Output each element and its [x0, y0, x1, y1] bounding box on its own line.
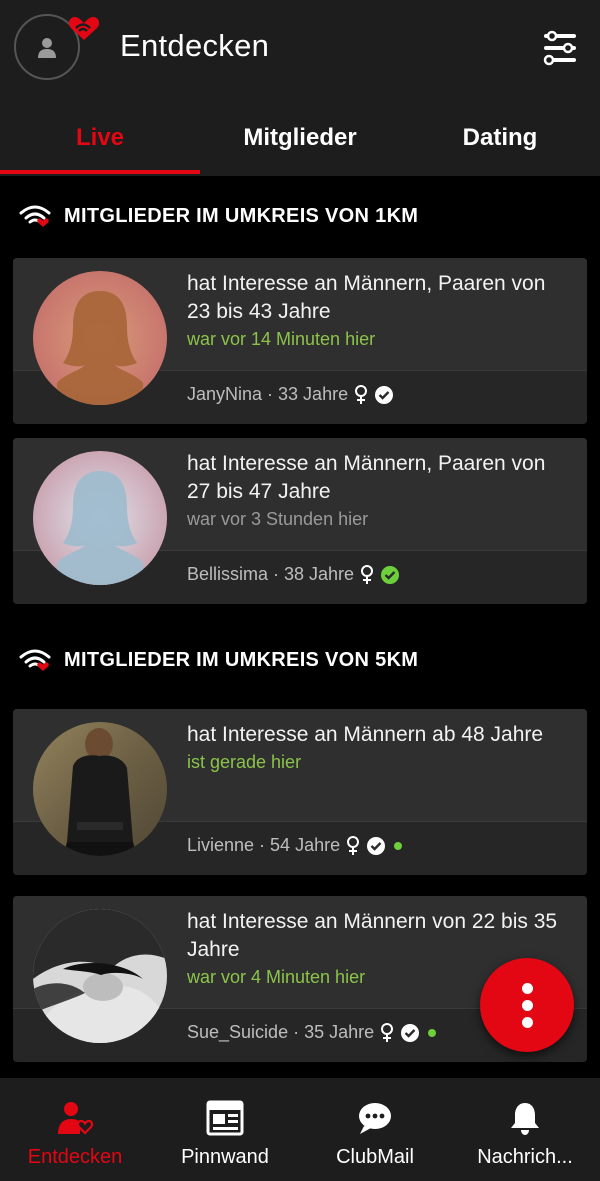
member-card[interactable]: hat Interesse an Männern, Paaren von 27 … [13, 438, 587, 604]
member-photo[interactable] [33, 722, 167, 856]
app-header: Entdecken [0, 0, 600, 100]
member-photo[interactable] [33, 271, 167, 405]
sliders-icon [543, 30, 576, 66]
live-heart-icon [68, 17, 100, 40]
member-interest: hat Interesse an Männern, Paaren von 23 … [187, 270, 567, 352]
female-icon [360, 564, 374, 585]
verified-icon [380, 565, 400, 585]
nav-pinboard[interactable]: Pinnwand [150, 1078, 300, 1181]
interest-text: hat Interesse an Männern ab 48 Jahre [187, 723, 544, 746]
nav-label: Nachrich... [477, 1146, 573, 1168]
nav-notifications[interactable]: Nachrich... [450, 1078, 600, 1181]
bottom-navigation: Entdecken Pinnwand ClubMail Nachrich... [0, 1078, 600, 1181]
interest-text: hat Interesse an Männern, Paaren von 27 … [187, 452, 546, 503]
nav-label: Pinnwand [181, 1146, 269, 1168]
user-silhouette-icon [38, 38, 56, 58]
interest-text: hat Interesse an Männern, Paaren von 23 … [187, 272, 546, 323]
last-seen: war vor 14 Minuten hier [187, 329, 376, 349]
member-photo[interactable] [33, 451, 167, 585]
chat-icon [359, 1103, 391, 1134]
last-seen: war vor 3 Stunden hier [187, 509, 369, 529]
dot-icon [521, 982, 533, 994]
page-title: Entdecken [120, 28, 270, 63]
filter-button[interactable] [538, 26, 582, 70]
online-indicator [428, 1028, 437, 1037]
verified-icon [400, 1023, 420, 1043]
verified-icon [366, 836, 386, 856]
member-name-age: Sue_Suicide · 35 Jahre [187, 1022, 375, 1042]
member-photo[interactable] [33, 909, 167, 1043]
member-card[interactable]: hat Interesse an Männern, Paaren von 23 … [13, 258, 587, 424]
tab-members[interactable]: Mitglieder [200, 100, 400, 176]
more-options-fab[interactable] [480, 958, 574, 1052]
discover-icon [58, 1102, 94, 1135]
section-heading-label: MITGLIEDER IM UMKREIS VON 5KM [64, 648, 419, 671]
member-meta: JanyNina · 33 Jahre [187, 384, 394, 405]
live-signal-icon [19, 649, 51, 671]
nav-clubmail[interactable]: ClubMail [300, 1078, 450, 1181]
member-interest: hat Interesse an Männern ab 48 Jahre ist… [187, 721, 567, 775]
nav-discover[interactable]: Entdecken [0, 1078, 150, 1181]
section-heading: MITGLIEDER IM UMKREIS VON 5KM [18, 648, 418, 672]
member-feed[interactable]: MITGLIEDER IM UMKREIS VON 1KM hat Intere… [0, 176, 600, 1078]
last-seen: ist gerade hier [187, 752, 302, 772]
female-icon [354, 384, 368, 405]
section-heading: MITGLIEDER IM UMKREIS VON 1KM [18, 204, 418, 228]
female-icon [380, 1022, 394, 1043]
member-meta: Livienne · 54 Jahre [187, 835, 403, 856]
nav-label: ClubMail [336, 1146, 414, 1168]
dot-icon [521, 1016, 533, 1028]
nav-label: Entdecken [27, 1146, 123, 1168]
member-meta: Bellissima · 38 Jahre [187, 564, 400, 585]
bell-icon [511, 1103, 539, 1135]
member-interest: hat Interesse an Männern, Paaren von 27 … [187, 450, 567, 532]
tab-dating[interactable]: Dating [400, 100, 600, 176]
member-name-age: Bellissima · 38 Jahre [187, 564, 355, 584]
member-name-age: Livienne · 54 Jahre [187, 835, 341, 855]
member-meta: Sue_Suicide · 35 Jahre [187, 1022, 437, 1043]
member-name-age: JanyNina · 33 Jahre [187, 384, 349, 404]
tab-live[interactable]: Live [0, 100, 200, 176]
section-heading-label: MITGLIEDER IM UMKREIS VON 1KM [64, 204, 419, 227]
female-icon [346, 835, 360, 856]
dot-icon [521, 999, 533, 1011]
tab-bar: Live Mitglieder Dating [0, 100, 600, 176]
online-indicator [394, 841, 403, 850]
live-signal-icon [19, 205, 51, 227]
member-card[interactable]: hat Interesse an Männern ab 48 Jahre ist… [13, 709, 587, 875]
verified-icon [374, 385, 394, 405]
interest-text: hat Interesse an Männern von 22 bis 35 J… [187, 910, 558, 961]
pinboard-icon [206, 1100, 244, 1136]
